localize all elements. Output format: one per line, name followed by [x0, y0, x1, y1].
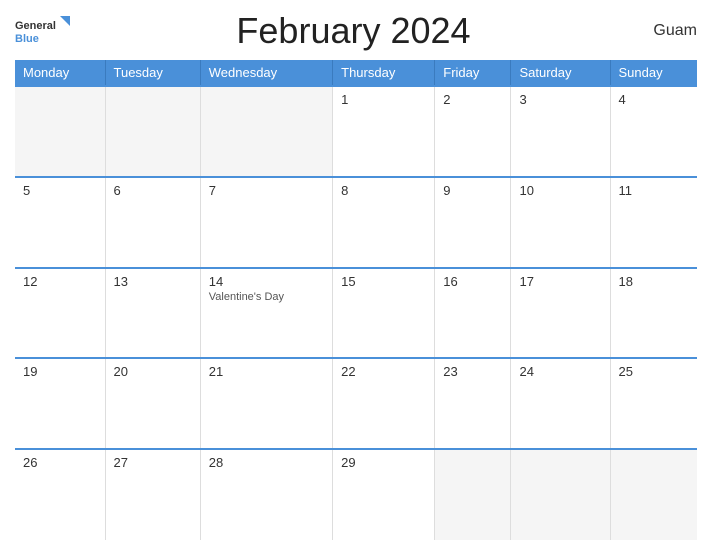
calendar-cell: 6 — [105, 177, 200, 268]
day-number: 18 — [619, 274, 689, 289]
day-number: 21 — [209, 364, 324, 379]
calendar-cell: 2 — [435, 86, 511, 177]
svg-text:Blue: Blue — [15, 33, 39, 45]
day-number: 15 — [341, 274, 426, 289]
day-number: 17 — [519, 274, 601, 289]
calendar-cell: 11 — [610, 177, 697, 268]
header-monday: Monday — [15, 60, 105, 86]
day-number: 13 — [114, 274, 192, 289]
calendar-cell — [200, 86, 332, 177]
calendar-cell: 1 — [333, 86, 435, 177]
calendar-cell — [435, 449, 511, 540]
header-wednesday: Wednesday — [200, 60, 332, 86]
day-number: 9 — [443, 183, 502, 198]
event-label: Valentine's Day — [209, 291, 324, 303]
calendar-cell: 27 — [105, 449, 200, 540]
calendar-cell — [610, 449, 697, 540]
calendar-title: February 2024 — [70, 10, 637, 52]
day-number: 14 — [209, 274, 324, 289]
day-number: 7 — [209, 183, 324, 198]
calendar-cell: 5 — [15, 177, 105, 268]
day-number: 20 — [114, 364, 192, 379]
header-thursday: Thursday — [333, 60, 435, 86]
day-number: 2 — [443, 92, 502, 107]
calendar-week-row: 26 27 28 29 — [15, 449, 697, 540]
header-friday: Friday — [435, 60, 511, 86]
calendar-week-row: 1 2 3 4 — [15, 86, 697, 177]
day-number: 5 — [23, 183, 97, 198]
calendar-cell: 7 — [200, 177, 332, 268]
calendar-cell: 19 — [15, 358, 105, 449]
calendar-header: General Blue February 2024 Guam — [15, 10, 697, 52]
calendar-cell: 25 — [610, 358, 697, 449]
calendar-cell — [511, 449, 610, 540]
calendar-table: Monday Tuesday Wednesday Thursday Friday… — [15, 60, 697, 540]
calendar-cell: 4 — [610, 86, 697, 177]
day-number: 4 — [619, 92, 689, 107]
day-number: 22 — [341, 364, 426, 379]
calendar-cell — [105, 86, 200, 177]
calendar-cell: 24 — [511, 358, 610, 449]
calendar-cell: 28 — [200, 449, 332, 540]
day-number: 26 — [23, 455, 97, 470]
calendar-week-row: 19 20 21 22 23 24 25 — [15, 358, 697, 449]
calendar-cell — [15, 86, 105, 177]
day-number: 27 — [114, 455, 192, 470]
calendar-container: General Blue February 2024 Guam Monday T… — [0, 0, 712, 550]
calendar-region: Guam — [637, 22, 697, 40]
calendar-cell: 13 — [105, 268, 200, 359]
calendar-cell: 17 — [511, 268, 610, 359]
calendar-cell: 23 — [435, 358, 511, 449]
calendar-cell: 18 — [610, 268, 697, 359]
day-number: 24 — [519, 364, 601, 379]
weekday-header-row: Monday Tuesday Wednesday Thursday Friday… — [15, 60, 697, 86]
header-sunday: Sunday — [610, 60, 697, 86]
calendar-cell: 3 — [511, 86, 610, 177]
day-number: 3 — [519, 92, 601, 107]
calendar-week-row: 5 6 7 8 9 10 11 — [15, 177, 697, 268]
day-number: 25 — [619, 364, 689, 379]
day-number: 19 — [23, 364, 97, 379]
logo: General Blue — [15, 16, 70, 46]
calendar-cell: 9 — [435, 177, 511, 268]
day-number: 29 — [341, 455, 426, 470]
calendar-cell: 26 — [15, 449, 105, 540]
calendar-cell: 29 — [333, 449, 435, 540]
svg-text:General: General — [15, 20, 56, 32]
day-number: 6 — [114, 183, 192, 198]
calendar-cell: 14 Valentine's Day — [200, 268, 332, 359]
day-number: 10 — [519, 183, 601, 198]
calendar-cell: 22 — [333, 358, 435, 449]
day-number: 11 — [619, 183, 689, 198]
calendar-week-row: 12 13 14 Valentine's Day 15 16 17 18 — [15, 268, 697, 359]
day-number: 1 — [341, 92, 426, 107]
calendar-body: 1234567891011121314Valentine's Day151617… — [15, 86, 697, 540]
calendar-cell: 8 — [333, 177, 435, 268]
header-tuesday: Tuesday — [105, 60, 200, 86]
calendar-cell: 16 — [435, 268, 511, 359]
day-number: 16 — [443, 274, 502, 289]
day-number: 28 — [209, 455, 324, 470]
calendar-cell: 20 — [105, 358, 200, 449]
header-saturday: Saturday — [511, 60, 610, 86]
day-number: 12 — [23, 274, 97, 289]
calendar-cell: 15 — [333, 268, 435, 359]
day-number: 8 — [341, 183, 426, 198]
calendar-cell: 10 — [511, 177, 610, 268]
logo-svg: General Blue — [15, 16, 70, 46]
calendar-cell: 21 — [200, 358, 332, 449]
day-number: 23 — [443, 364, 502, 379]
calendar-cell: 12 — [15, 268, 105, 359]
